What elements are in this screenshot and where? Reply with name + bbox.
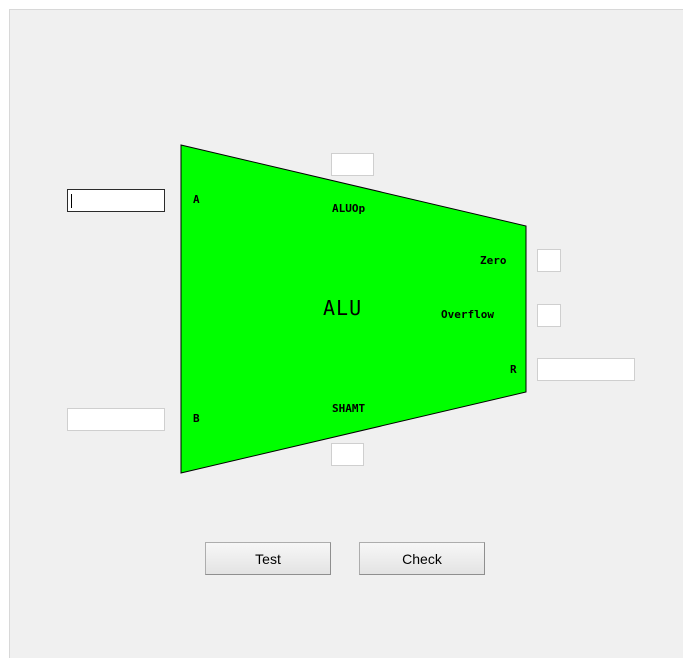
overflow-output — [537, 304, 561, 327]
label-overflow: Overflow — [441, 308, 494, 321]
label-aluop: ALUOp — [332, 202, 366, 215]
zero-output — [537, 249, 561, 272]
aluop-input[interactable] — [331, 153, 374, 176]
alu-diagram — [180, 144, 527, 474]
b-input[interactable] — [67, 408, 165, 431]
label-zero: Zero — [480, 254, 507, 267]
label-b: B — [193, 412, 200, 425]
a-input[interactable] — [67, 189, 165, 212]
alu-title: ALU — [323, 296, 363, 320]
label-r: R — [510, 363, 517, 376]
r-output — [537, 358, 635, 381]
label-shamt: SHAMT — [332, 402, 366, 415]
check-button[interactable]: Check — [359, 542, 485, 575]
text-caret — [71, 194, 72, 208]
label-a: A — [193, 193, 200, 206]
shamt-input[interactable] — [331, 443, 364, 466]
test-button[interactable]: Test — [205, 542, 331, 575]
